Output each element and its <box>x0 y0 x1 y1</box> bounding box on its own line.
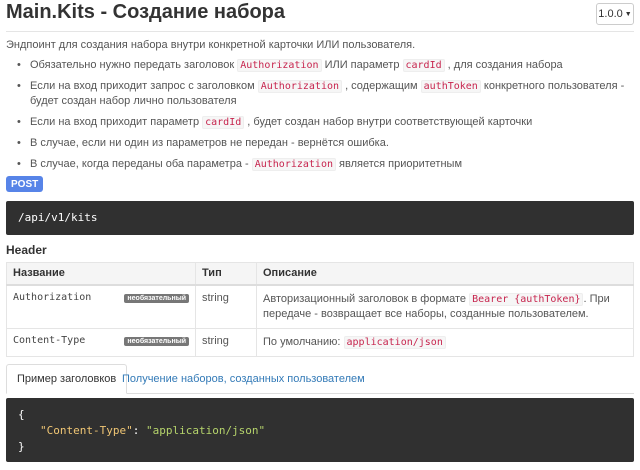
column-header-description: Описание <box>256 262 634 286</box>
param-description: По умолчанию: application/json <box>256 327 634 357</box>
json-key: "Content-Type" <box>40 424 133 437</box>
list-item: В случае, когда переданы оба параметра -… <box>17 157 630 172</box>
page-header: Main.Kits - Создание набора 1.0.0 ▼ <box>6 0 634 28</box>
list-item: Если на вход приходит параметр cardId , … <box>17 115 630 130</box>
version-select[interactable]: 1.0.0 ▼ <box>596 3 634 25</box>
inline-code: cardId <box>202 116 245 129</box>
optional-badge: необязательный <box>124 336 189 346</box>
rules-list: Обязательно нужно передать заголовок Aut… <box>17 58 630 178</box>
inline-code: Authorization <box>251 158 336 171</box>
endpoint-description: Эндпоинт для создания набора внутри конк… <box>6 39 416 51</box>
tab-header-example[interactable]: Пример заголовков <box>6 364 128 394</box>
page-title: Main.Kits - Создание набора <box>6 1 285 23</box>
table-row: Authorization необязательный string Авто… <box>6 284 634 329</box>
param-type: string <box>195 284 257 329</box>
list-item: Если на вход приходит запрос с заголовко… <box>17 79 630 109</box>
inline-code: application/json <box>343 335 446 349</box>
header-example-code: { "Content-Type": "application/json" } <box>6 398 634 462</box>
inline-code: Authorization <box>237 59 322 72</box>
chevron-down-icon: ▼ <box>624 10 632 18</box>
column-header-name: Название <box>6 262 196 286</box>
param-type: string <box>195 327 257 357</box>
version-value: 1.0.0 <box>598 8 623 20</box>
inline-code: authToken <box>420 80 481 93</box>
table-header-row: Название Тип Описание <box>6 262 634 286</box>
param-description: Авторизационный заголовок в формате Bear… <box>256 284 634 329</box>
http-method-badge: POST <box>6 176 44 192</box>
inline-code: Authorization <box>257 80 343 93</box>
list-item: В случае, если ни один из параметров не … <box>17 136 630 151</box>
inline-code: Bearer {authToken} <box>469 292 584 306</box>
param-name: Authorization необязательный <box>6 284 196 329</box>
tab-get-user-kits[interactable]: Получение наборов, созданных пользовател… <box>112 364 375 394</box>
optional-badge: необязательный <box>124 293 189 303</box>
list-item: Обязательно нужно передать заголовок Aut… <box>17 58 630 73</box>
json-value: "application/json" <box>145 424 266 437</box>
column-header-type: Тип <box>195 262 257 286</box>
table-row: Content-Type необязательный string По ум… <box>6 327 634 357</box>
header-divider <box>6 31 634 32</box>
section-title-header: Header <box>6 243 47 257</box>
example-tabs: Пример заголовков Получение наборов, соз… <box>6 364 634 394</box>
endpoint-path: /api/v1/kits <box>6 201 634 235</box>
param-name: Content-Type необязательный <box>6 327 196 357</box>
inline-code: cardId <box>402 59 445 72</box>
header-params-table: Название Тип Описание Authorization необ… <box>6 262 634 357</box>
